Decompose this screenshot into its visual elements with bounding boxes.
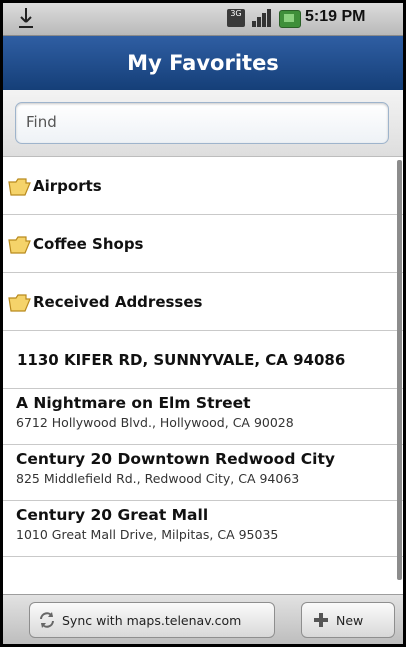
- title-bar: My Favorites: [3, 36, 403, 90]
- folder-icon: [8, 177, 31, 196]
- favorites-list: Airports Coffee Shops Received Addresses…: [3, 157, 403, 557]
- plus-icon: [314, 613, 328, 627]
- list-item-place[interactable]: Century 20 Downtown Redwood City 825 Mid…: [3, 445, 403, 501]
- new-button[interactable]: New: [301, 602, 395, 638]
- place-address: 825 Middlefield Rd., Redwood City, CA 94…: [16, 471, 300, 486]
- status-time: 5:19 PM: [305, 8, 366, 25]
- folder-label: Received Addresses: [33, 292, 203, 311]
- place-name: Century 20 Great Mall: [16, 506, 209, 524]
- list-scrollbar[interactable]: [397, 160, 402, 580]
- phone-screen: 3G 5:19 PM My Favorites Airports Coffe: [0, 0, 406, 647]
- folder-item-received-addresses[interactable]: Received Addresses: [3, 273, 403, 331]
- folder-item-airports[interactable]: Airports: [3, 157, 403, 215]
- search-area: [3, 90, 403, 157]
- bottom-toolbar: Sync with maps.telenav.com New: [3, 594, 403, 644]
- signal-bars-icon: [252, 9, 271, 27]
- sync-button-label: Sync with maps.telenav.com: [62, 612, 242, 628]
- search-box[interactable]: [15, 102, 389, 144]
- list-item-place[interactable]: Century 20 Great Mall 1010 Great Mall Dr…: [3, 501, 403, 557]
- search-input[interactable]: [16, 103, 386, 141]
- folder-label: Coffee Shops: [33, 234, 144, 253]
- battery-icon: [279, 10, 301, 28]
- folder-label: Airports: [33, 176, 102, 195]
- list-item-place[interactable]: A Nightmare on Elm Street 6712 Hollywood…: [3, 389, 403, 445]
- sync-icon: [40, 612, 54, 628]
- place-name: Century 20 Downtown Redwood City: [16, 450, 336, 468]
- status-bar: 3G 5:19 PM: [3, 3, 403, 36]
- 3g-icon: 3G: [227, 9, 245, 27]
- sync-button[interactable]: Sync with maps.telenav.com: [29, 602, 275, 638]
- page-title: My Favorites: [127, 51, 279, 75]
- address-label: 1130 KIFER RD, SUNNYVALE, CA 94086: [17, 350, 346, 369]
- folder-item-coffee-shops[interactable]: Coffee Shops: [3, 215, 403, 273]
- usb-icon: [19, 8, 33, 28]
- list-item-address[interactable]: 1130 KIFER RD, SUNNYVALE, CA 94086: [3, 331, 403, 389]
- folder-icon: [8, 293, 31, 312]
- new-button-label: New: [336, 612, 364, 628]
- place-address: 6712 Hollywood Blvd., Hollywood, CA 9002…: [16, 415, 294, 430]
- folder-icon: [8, 235, 31, 254]
- place-name: A Nightmare on Elm Street: [16, 394, 251, 412]
- place-address: 1010 Great Mall Drive, Milpitas, CA 9503…: [16, 527, 279, 542]
